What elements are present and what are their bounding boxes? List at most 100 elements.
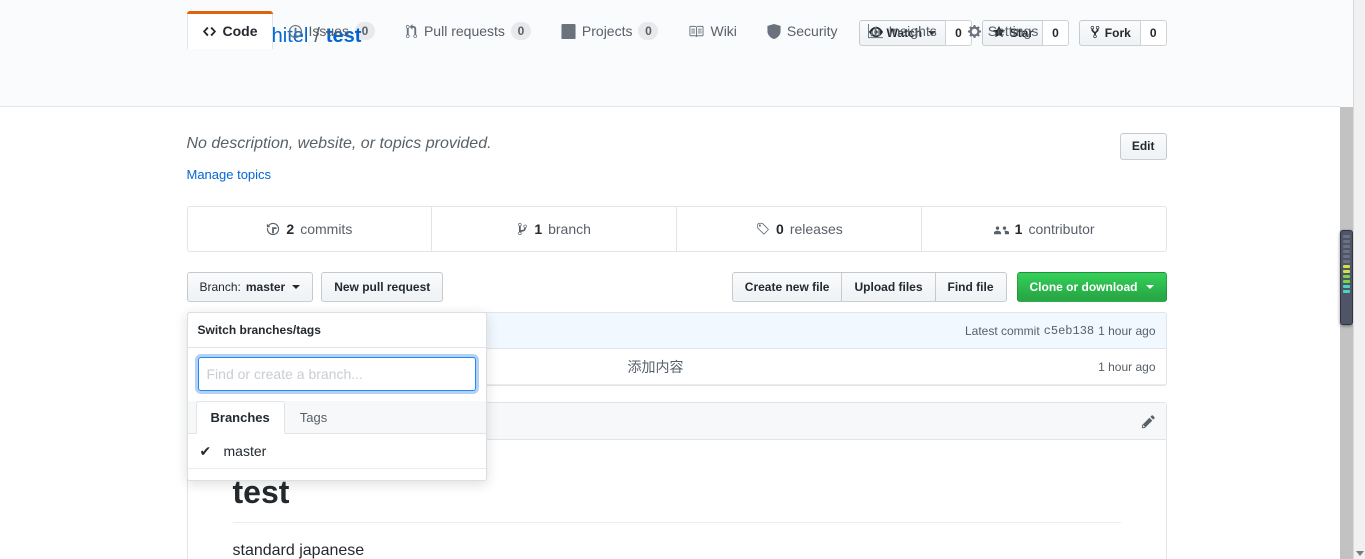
main-container: No description, website, or topics provi… bbox=[186, 107, 1167, 559]
tab-projects-count: 0 bbox=[638, 22, 659, 40]
tab-projects[interactable]: Projects 0 bbox=[546, 11, 674, 49]
branch-select-button[interactable]: Branch: master bbox=[186, 272, 314, 302]
tab-settings-label: Settings bbox=[987, 23, 1039, 39]
edit-description-button[interactable]: Edit bbox=[1119, 133, 1167, 160]
repository-header: LittleWhitel / test Watch 0 bbox=[0, 0, 1353, 107]
tab-wiki[interactable]: Wiki bbox=[673, 11, 751, 49]
summary-branches-count: 1 bbox=[534, 221, 543, 237]
find-file-button[interactable]: Find file bbox=[934, 272, 1007, 302]
scroll-down-arrow-icon[interactable] bbox=[1356, 551, 1364, 556]
clone-or-download-button[interactable]: Clone or download bbox=[1016, 272, 1167, 302]
branch-menu-item-master[interactable]: ✔ master bbox=[187, 434, 486, 469]
inner-scrollbar-track-top bbox=[1340, 0, 1353, 107]
chevron-down-icon bbox=[1145, 285, 1154, 289]
thumb-stripe bbox=[1343, 270, 1350, 273]
page-scrollbar[interactable] bbox=[1353, 0, 1365, 559]
project-icon bbox=[561, 23, 576, 39]
upload-files-button[interactable]: Upload files bbox=[841, 272, 935, 302]
clone-or-download-label: Clone or download bbox=[1029, 280, 1138, 294]
issue-icon bbox=[288, 24, 303, 39]
summary-contributors-label: contributor bbox=[1028, 221, 1095, 237]
tab-insights[interactable]: Insights bbox=[853, 11, 952, 49]
chevron-down-icon bbox=[292, 285, 301, 289]
thumb-stripe bbox=[1343, 250, 1350, 253]
tag-icon bbox=[755, 222, 770, 236]
thumb-stripe bbox=[1343, 260, 1350, 263]
pull-icon bbox=[405, 23, 418, 39]
tab-issues-label: Issues bbox=[308, 23, 349, 39]
branch-current-name: master bbox=[245, 280, 286, 294]
tab-pull-requests[interactable]: Pull requests 0 bbox=[390, 11, 546, 49]
branch-menu-tabs: Branches Tags bbox=[187, 401, 486, 434]
inner-scrollbar-thumb[interactable] bbox=[1340, 230, 1353, 325]
pencil-icon[interactable] bbox=[1141, 414, 1156, 429]
book-icon bbox=[688, 24, 704, 39]
tab-issues-count: 0 bbox=[354, 22, 375, 40]
summary-commits-label: commits bbox=[300, 221, 353, 237]
tab-issues[interactable]: Issues 0 bbox=[273, 11, 390, 49]
thumb-stripe bbox=[1343, 245, 1350, 248]
file-navigation-toolbar: Branch: master New pull request Create n… bbox=[186, 272, 1167, 481]
repository-nav-tabs: Code Issues 0 Pull requests 0 Projects 0… bbox=[186, 11, 1167, 49]
latest-commit-age: 1 hour ago bbox=[1098, 323, 1156, 338]
tab-projects-label: Projects bbox=[581, 23, 633, 39]
summary-releases-label: releases bbox=[789, 221, 843, 237]
summary-commits-count: 2 bbox=[286, 221, 295, 237]
tab-code-label: Code bbox=[222, 23, 258, 39]
repository-description-row: No description, website, or topics provi… bbox=[187, 107, 1167, 182]
summary-contributors-count: 1 bbox=[1014, 221, 1023, 237]
thumb-stripe bbox=[1343, 275, 1350, 278]
repository-description: No description, website, or topics provi… bbox=[186, 135, 492, 152]
inner-scrollbar[interactable] bbox=[1340, 0, 1353, 559]
branch-filter-wrapper bbox=[188, 348, 486, 401]
tab-insights-label: Insights bbox=[888, 23, 937, 39]
readme-paragraph: standard japanese bbox=[232, 542, 365, 559]
gear-icon bbox=[967, 24, 982, 39]
file-create-button-group: Create new file Upload files Find file bbox=[731, 272, 1007, 302]
summary-branches[interactable]: 1 branch bbox=[431, 207, 676, 251]
tab-security-label: Security bbox=[786, 23, 838, 39]
summary-releases[interactable]: 0 releases bbox=[676, 207, 921, 251]
tab-wiki-label: Wiki bbox=[710, 23, 737, 39]
summary-commits[interactable]: 2 commits bbox=[188, 207, 432, 251]
branch-menu-item-label: master bbox=[223, 443, 267, 459]
repository-summary-bar: 2 commits 1 branch 0 releases 1 contribu… bbox=[186, 206, 1167, 252]
branch-menu-tab-branches[interactable]: Branches bbox=[195, 401, 285, 434]
file-commit-age: 1 hour ago bbox=[1098, 359, 1156, 374]
tab-pull-requests-label: Pull requests bbox=[423, 23, 505, 39]
branch-menu-tab-tags[interactable]: Tags bbox=[285, 401, 342, 434]
branch-menu-footer bbox=[187, 469, 486, 480]
latest-commit-sha[interactable]: c5eb138 bbox=[1044, 324, 1094, 338]
thumb-stripe bbox=[1343, 240, 1350, 243]
create-new-file-button[interactable]: Create new file bbox=[731, 272, 842, 302]
latest-commit-prefix: Latest commit bbox=[964, 323, 1040, 338]
branch-prefix-label: Branch: bbox=[199, 280, 241, 294]
summary-branches-label: branch bbox=[548, 221, 591, 237]
branch-icon bbox=[517, 222, 528, 236]
page-viewport: LittleWhitel / test Watch 0 bbox=[0, 0, 1353, 559]
shield-icon bbox=[767, 23, 781, 39]
code-icon bbox=[202, 24, 217, 39]
branch-dropdown-menu: Switch branches/tags Branches Tags ✔ mas… bbox=[186, 312, 487, 481]
branch-menu-header: Switch branches/tags bbox=[187, 313, 486, 348]
summary-contributors[interactable]: 1 contributor bbox=[920, 207, 1166, 251]
check-icon: ✔ bbox=[199, 443, 212, 459]
history-icon bbox=[266, 222, 280, 236]
thumb-stripe bbox=[1343, 235, 1350, 238]
thumb-stripe bbox=[1343, 255, 1350, 258]
thumb-stripe bbox=[1343, 265, 1350, 268]
tab-pull-requests-count: 0 bbox=[510, 22, 531, 40]
tab-settings[interactable]: Settings bbox=[952, 11, 1054, 49]
new-pull-request-button[interactable]: New pull request bbox=[321, 272, 444, 302]
tab-security[interactable]: Security bbox=[752, 11, 853, 49]
people-icon bbox=[993, 222, 1009, 236]
graph-icon bbox=[867, 23, 883, 39]
thumb-stripe bbox=[1343, 290, 1350, 293]
tab-code[interactable]: Code bbox=[186, 11, 273, 49]
thumb-stripe bbox=[1343, 280, 1350, 283]
manage-topics-link[interactable]: Manage topics bbox=[187, 167, 272, 182]
thumb-stripe bbox=[1343, 285, 1350, 288]
summary-releases-count: 0 bbox=[776, 221, 784, 237]
branch-filter-input[interactable] bbox=[197, 357, 476, 391]
file-actions-group: Create new file Upload files Find file C… bbox=[731, 272, 1167, 302]
